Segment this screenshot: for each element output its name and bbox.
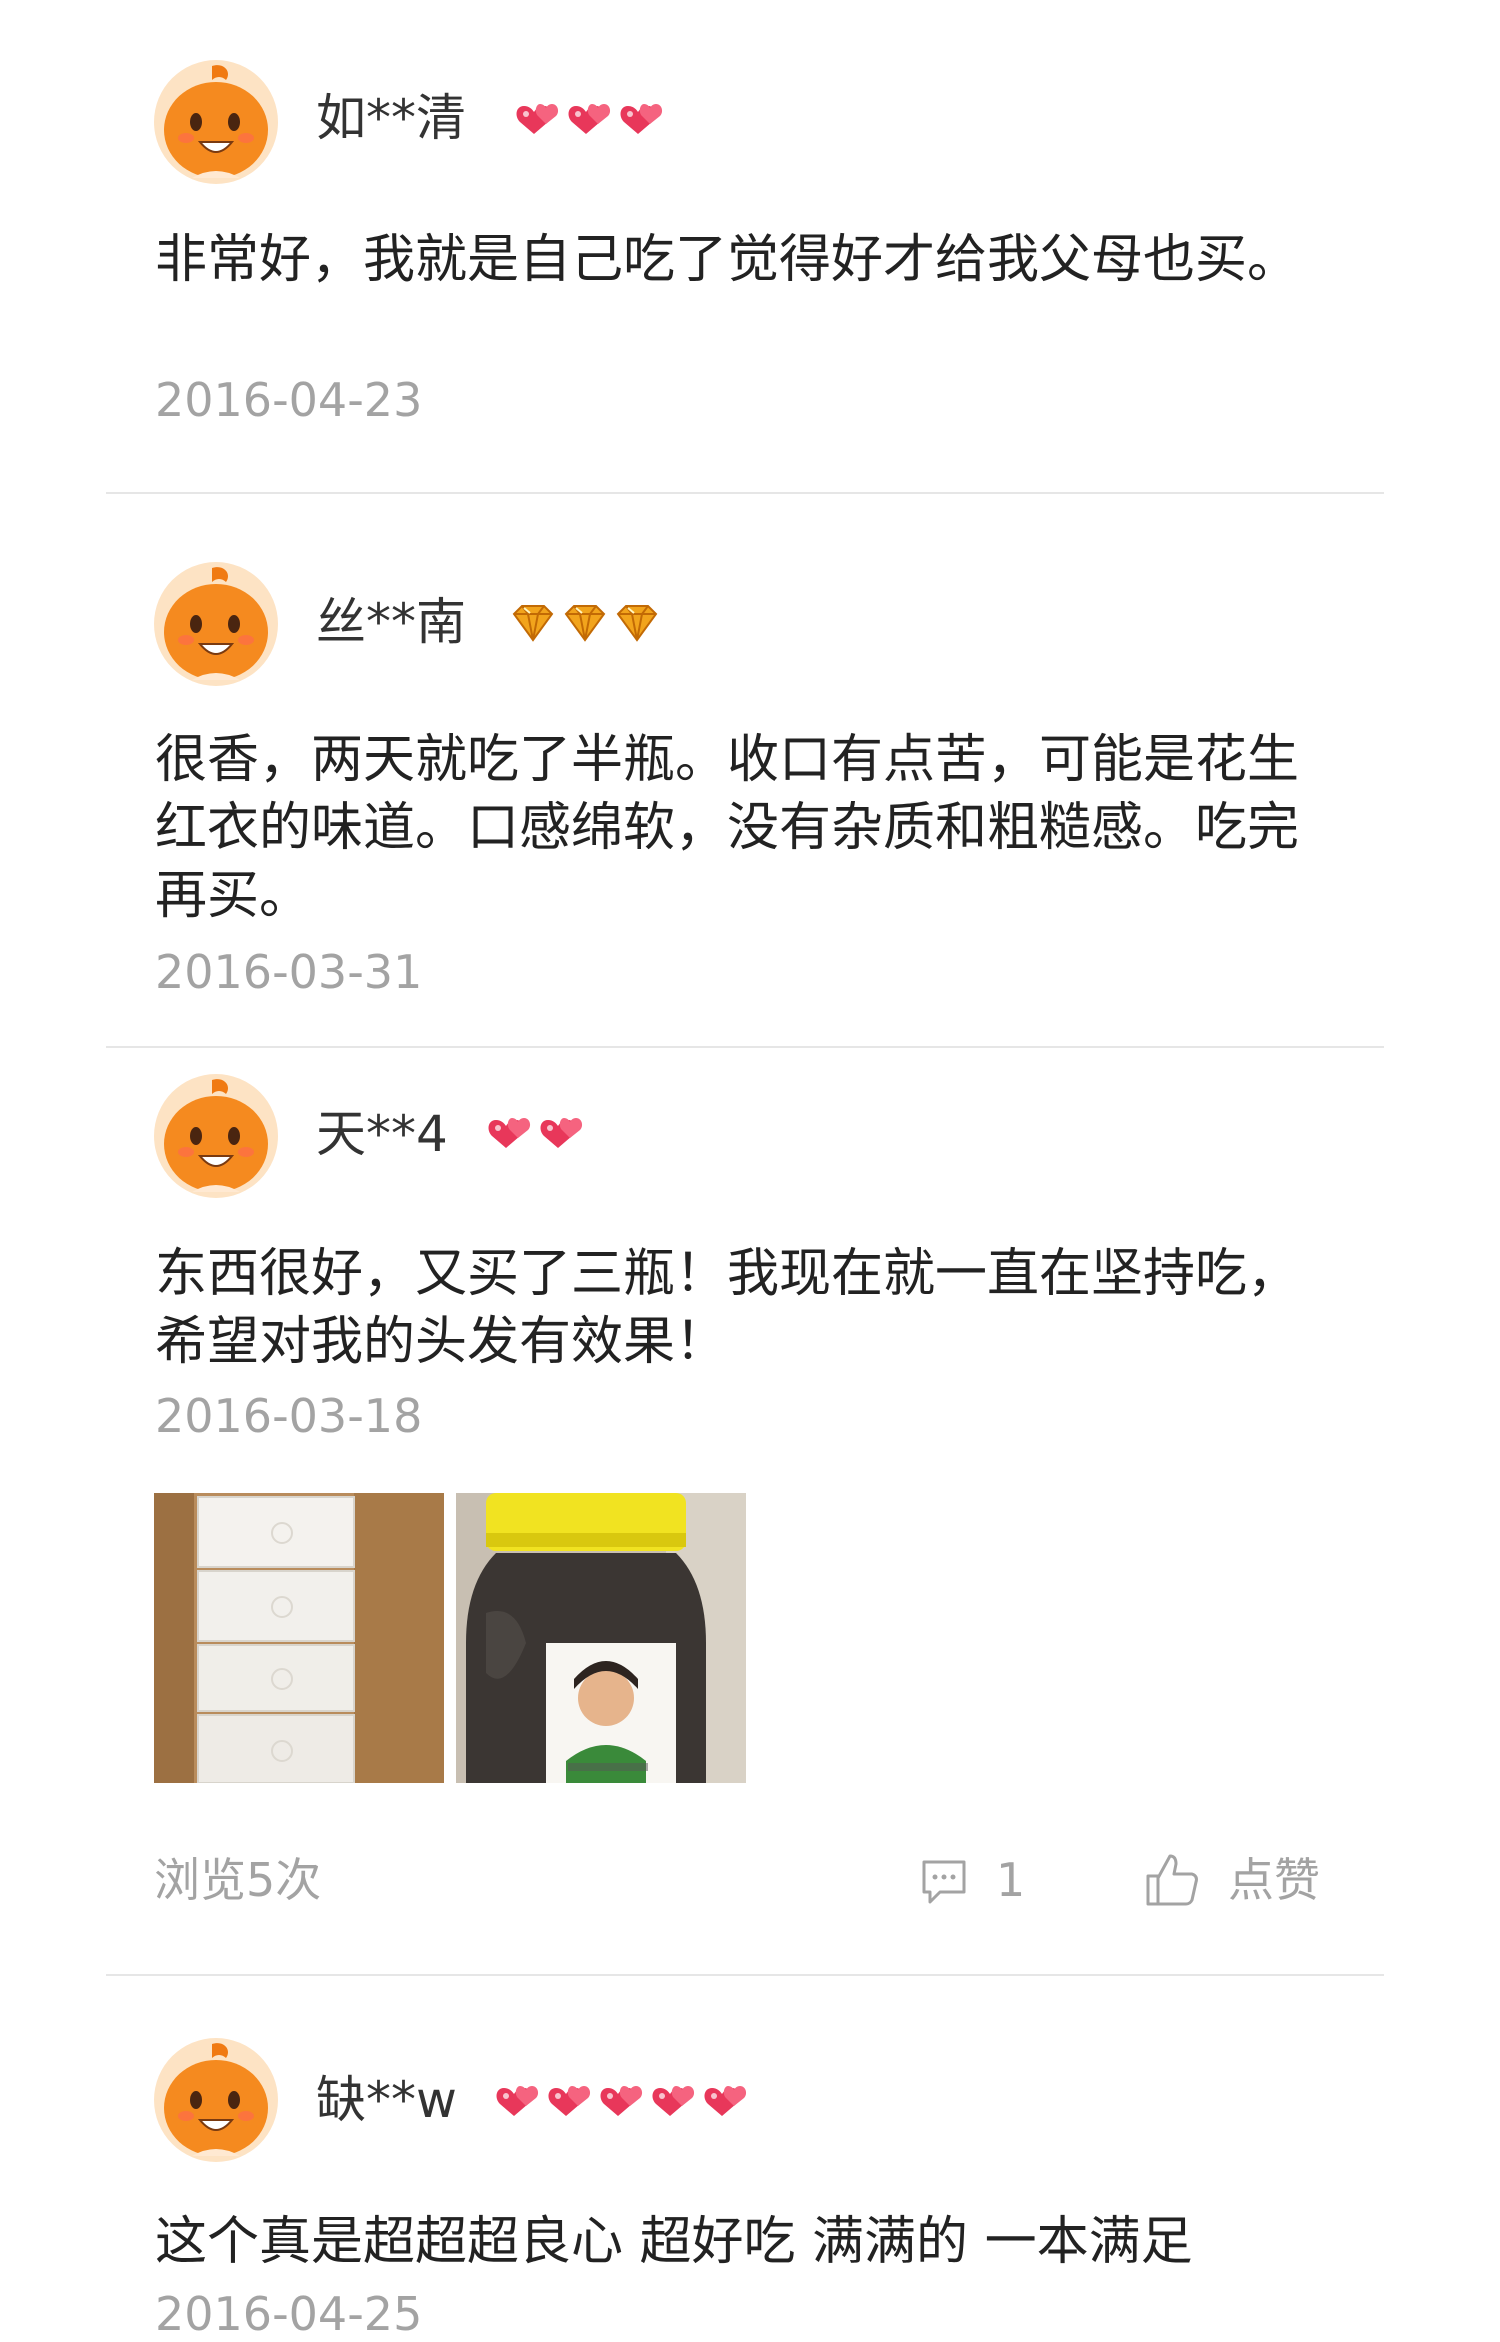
review-date: 2016-04-23 [155,373,423,427]
like-button[interactable]: 点赞 [1228,1852,1320,1908]
review-content: 非常好，我就是自己吃了觉得好才给我父母也买。 [155,230,1300,290]
member-level-badges [484,1112,586,1154]
user-avatar[interactable] [152,58,280,186]
diamond-badge-icon [513,605,553,641]
divider [106,1974,1384,1976]
heart-badge-icon [540,1118,583,1148]
review-date: 2016-03-31 [155,945,423,999]
review-date: 2016-04-25 [155,2287,423,2341]
heart-badge-icon [516,104,559,134]
review-content: 东西很好，又买了三瓶！我现在就一直在坚持吃，希望对我的头发有效果！ [155,1244,1300,1372]
diamond-badge-icon [617,605,657,641]
divider [106,1046,1384,1048]
review-photo-jar[interactable] [456,1493,746,1783]
diamond-badge-icon [565,605,605,641]
thumbs-up-icon[interactable] [1142,1850,1202,1910]
heart-badge-icon [652,2086,695,2116]
heart-badge-icon [600,2086,643,2116]
divider [106,492,1384,494]
heart-badge-icon [568,104,611,134]
member-level-badges [492,2080,750,2122]
comment-icon[interactable] [918,1856,970,1908]
username[interactable]: 丝**南 [316,592,466,652]
review-content: 很香，两天就吃了半瓶。收口有点苦，可能是花生红衣的味道。口感绵软，没有杂质和粗糙… [155,730,1300,926]
heart-badge-icon [548,2086,591,2116]
review-date: 2016-03-18 [155,1389,423,1443]
views-count: 浏览5次 [154,1853,322,1907]
member-level-badges [508,602,662,644]
heart-badge-icon [620,104,663,134]
review-photo-box[interactable] [154,1493,444,1783]
username[interactable]: 天**4 [316,1104,448,1164]
heart-badge-icon [704,2086,747,2116]
heart-badge-icon [496,2086,539,2116]
username[interactable]: 缺**w [316,2070,457,2130]
user-avatar[interactable] [152,1072,280,1200]
user-avatar[interactable] [152,2036,280,2164]
username[interactable]: 如**清 [316,88,466,148]
heart-badge-icon [488,1118,531,1148]
member-level-badges [512,98,666,140]
review-content: 这个真是超超超良心 超好吃 满满的 一本满足 [155,2212,1193,2272]
user-avatar[interactable] [152,560,280,688]
comment-count[interactable]: 1 [996,1852,1025,1908]
